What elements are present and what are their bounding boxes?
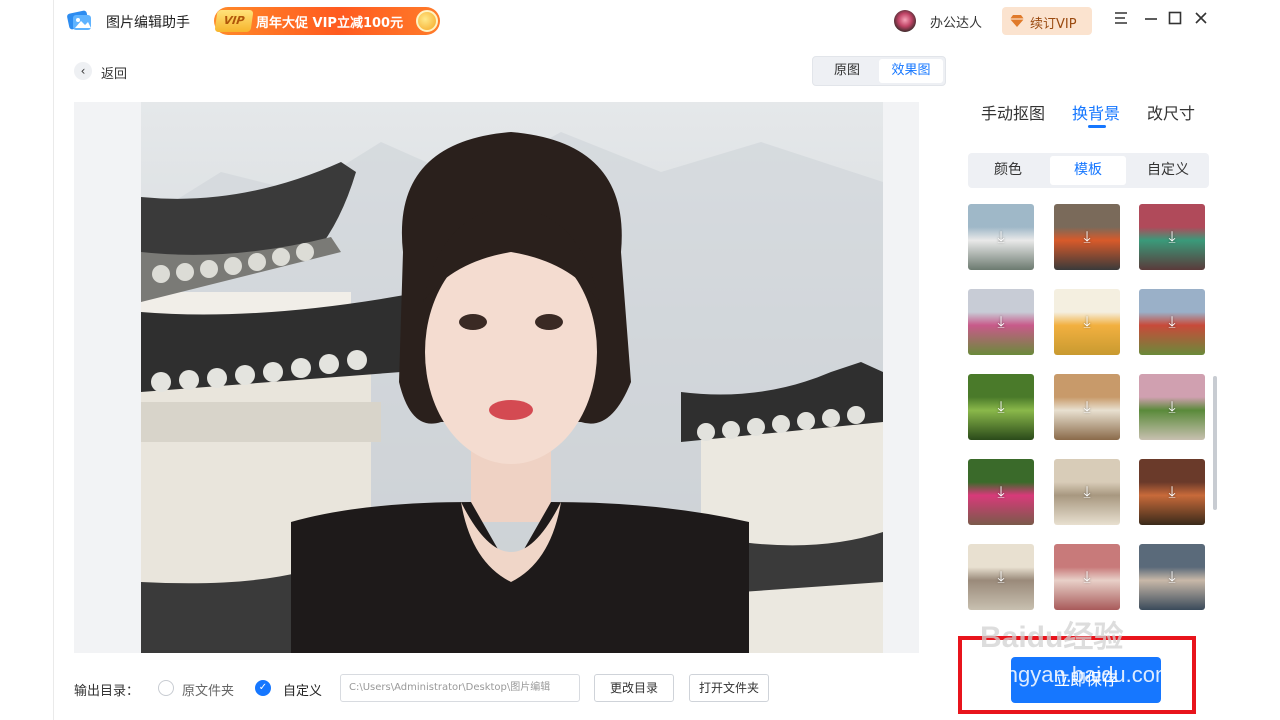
menu-icon[interactable] <box>1110 10 1132 32</box>
active-tab-underline <box>1088 125 1106 128</box>
output-dir-label: 输出目录： <box>74 684 140 699</box>
template-thumbnail-green-garden[interactable]: ⤓ <box>968 374 1034 440</box>
template-thumbnail-scooter-shop[interactable]: ⤓ <box>1139 204 1205 270</box>
template-thumbnail-arched-corridor[interactable]: ⤓ <box>1054 459 1120 525</box>
username[interactable]: 办公达人 <box>930 12 982 31</box>
template-thumbnail-pink-room[interactable]: ⤓ <box>1054 544 1120 610</box>
download-icon: ⤓ <box>1083 397 1091 416</box>
tab-change-background[interactable]: 换背景 <box>1072 100 1120 124</box>
download-icon: ⤓ <box>997 482 1005 501</box>
download-icon: ⤓ <box>997 227 1005 246</box>
left-strip <box>0 0 54 720</box>
promo-text: 周年大促 VIP立减100元 <box>256 16 404 31</box>
watermark-brand: Baidu经验 <box>980 621 1124 654</box>
maximize-icon[interactable] <box>1164 10 1186 32</box>
promo-banner[interactable]: VIP 周年大促 VIP立减100元 <box>214 7 440 35</box>
minimize-icon[interactable] <box>1140 10 1162 32</box>
option-custom-label[interactable]: 自定义 <box>283 680 322 699</box>
background-type-segment: 颜色 模板 自定义 <box>968 153 1209 188</box>
radio-original-folder[interactable] <box>158 680 174 696</box>
back-button[interactable]: ‹ 返回 <box>74 60 144 84</box>
template-thumbnail-red-flower-field[interactable]: ⤓ <box>1139 289 1205 355</box>
coin-icon <box>416 10 438 32</box>
segment-template[interactable]: 模板 <box>1050 156 1126 185</box>
download-icon: ⤓ <box>997 567 1005 586</box>
change-directory-button[interactable]: 更改目录 <box>594 674 674 702</box>
template-thumbnail-autumn-bridge[interactable]: ⤓ <box>1054 374 1120 440</box>
app-logo-icon <box>67 10 91 30</box>
download-icon: ⤓ <box>1083 482 1091 501</box>
tab-original[interactable]: 原图 <box>815 59 879 83</box>
download-icon: ⤓ <box>1168 567 1176 586</box>
close-icon[interactable] <box>1190 10 1212 32</box>
feature-tabs: 手动抠图 换背景 改尺寸 <box>968 98 1218 128</box>
open-folder-button[interactable]: 打开文件夹 <box>689 674 769 702</box>
preview-canvas <box>74 102 919 653</box>
segment-color[interactable]: 颜色 <box>970 156 1046 185</box>
renew-vip-label: 续订VIP <box>1030 17 1077 32</box>
download-icon: ⤓ <box>1168 397 1176 416</box>
tab-manual-cutout[interactable]: 手动抠图 <box>981 100 1045 124</box>
template-thumbnail-palace-interior[interactable]: ⤓ <box>1139 544 1205 610</box>
segment-custom[interactable]: 自定义 <box>1130 156 1206 185</box>
tab-effect[interactable]: 效果图 <box>879 59 943 83</box>
template-thumbnail-stone-path[interactable]: ⤓ <box>1139 374 1205 440</box>
template-thumbnail-theater-hall[interactable]: ⤓ <box>1139 459 1205 525</box>
template-grid: ⤓ ⤓ ⤓ ⤓ ⤓ ⤓ ⤓ ⤓ ⤓ ⤓ ⤓ ⤓ ⤓ ⤓ ⤓ <box>968 204 1208 644</box>
template-thumbnail-flower-mountain[interactable]: ⤓ <box>968 289 1034 355</box>
template-thumbnail-car-white[interactable]: ⤓ <box>968 204 1034 270</box>
template-thumbnail-car-orange[interactable]: ⤓ <box>1054 204 1120 270</box>
template-scrollbar[interactable] <box>1213 376 1217 510</box>
download-icon: ⤓ <box>997 397 1005 416</box>
output-path-input[interactable]: C:\Users\Administrator\Desktop\图片编辑 <box>340 674 580 702</box>
tab-resize[interactable]: 改尺寸 <box>1147 100 1195 124</box>
template-thumbnail-pink-flower-wall[interactable]: ⤓ <box>968 459 1034 525</box>
chevron-left-icon: ‹ <box>74 62 92 80</box>
title-bar: 图片编辑助手 VIP 周年大促 VIP立减100元 办公达人 续订VIP <box>54 0 1280 42</box>
download-icon: ⤓ <box>997 312 1005 331</box>
photo-illustration <box>141 132 883 653</box>
template-thumbnail-golden-field[interactable]: ⤓ <box>1054 289 1120 355</box>
avatar[interactable] <box>894 10 916 32</box>
app-title: 图片编辑助手 <box>106 15 190 31</box>
preview-photo <box>141 102 883 653</box>
option-original-folder-label[interactable]: 原文件夹 <box>182 680 234 699</box>
vip-tag: VIP <box>214 10 254 32</box>
view-toggle: 原图 效果图 <box>812 56 946 86</box>
template-thumbnail-grand-hallway[interactable]: ⤓ <box>968 544 1034 610</box>
download-icon: ⤓ <box>1168 482 1176 501</box>
back-label: 返回 <box>101 67 128 82</box>
watermark-url: jingyan.baidu.com <box>996 662 1174 687</box>
download-icon: ⤓ <box>1083 312 1091 331</box>
download-icon: ⤓ <box>1083 567 1091 586</box>
radio-custom[interactable]: ✓ <box>255 680 271 696</box>
download-icon: ⤓ <box>1083 227 1091 246</box>
renew-vip-button[interactable]: 续订VIP <box>1002 7 1092 35</box>
download-icon: ⤓ <box>1168 227 1176 246</box>
diamond-icon <box>1010 15 1024 27</box>
download-icon: ⤓ <box>1168 312 1176 331</box>
